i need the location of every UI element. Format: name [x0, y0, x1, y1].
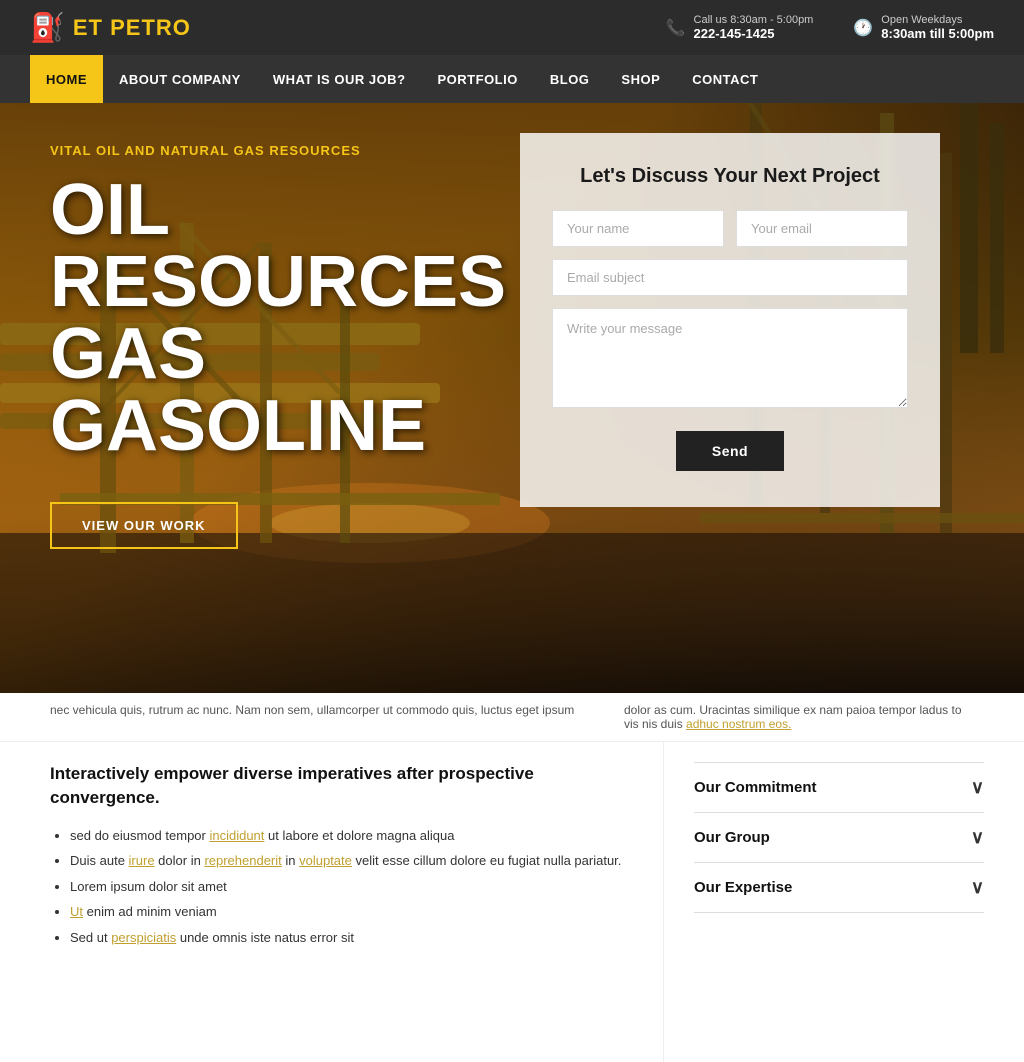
- hours-label: Open Weekdays: [881, 14, 994, 26]
- send-button[interactable]: Send: [676, 431, 784, 471]
- list-link-4[interactable]: Ut: [70, 904, 83, 919]
- logo: ⛽ ET PETRO: [30, 14, 191, 42]
- list-link-5[interactable]: perspiciatis: [111, 930, 176, 945]
- top-bar: ⛽ ET PETRO 📞 Call us 8:30am - 5:00pm 222…: [0, 0, 1024, 55]
- chevron-down-icon: ∨: [971, 877, 984, 898]
- subject-row: [552, 259, 908, 296]
- lower-right: Our Commitment ∨ Our Group ∨ Our Experti…: [664, 742, 1024, 1062]
- phone-icon: 📞: [666, 18, 686, 38]
- list-link-1[interactable]: incididunt: [209, 828, 264, 843]
- list-link-2b[interactable]: reprehenderit: [204, 853, 281, 868]
- contact-form-heading: Let's Discuss Your Next Project: [552, 165, 908, 188]
- accordion-title-commitment: Our Commitment: [694, 779, 817, 796]
- logo-text: ET PETRO: [73, 15, 191, 41]
- hero-content: VITAL OIL AND NATURAL GAS RESOURCES OIL …: [0, 103, 520, 589]
- hours-value: 8:30am till 5:00pm: [881, 26, 994, 41]
- list-link-2a[interactable]: irure: [129, 853, 155, 868]
- nav-item-portfolio[interactable]: PORTFOLIO: [422, 55, 534, 103]
- accordion-item-group[interactable]: Our Group ∨: [694, 813, 984, 863]
- form-name-email-row: [552, 210, 908, 247]
- phone-number: 222-145-1425: [694, 26, 814, 41]
- list-item: Ut enim ad minim veniam: [70, 902, 623, 922]
- hero-title: OIL RESOURCES GAS GASOLINE: [50, 174, 480, 462]
- chevron-down-icon: ∨: [971, 827, 984, 848]
- name-input[interactable]: [552, 210, 724, 247]
- accordion-title-expertise: Our Expertise: [694, 879, 792, 896]
- accordion-item-expertise[interactable]: Our Expertise ∨: [694, 863, 984, 913]
- list-item: Duis aute irure dolor in reprehenderit i…: [70, 851, 623, 871]
- nav-item-about[interactable]: ABOUT COMPANY: [103, 55, 257, 103]
- message-row: [552, 308, 908, 413]
- nav-item-blog[interactable]: BLOG: [534, 55, 606, 103]
- list-item: sed do eiusmod tempor incididunt ut labo…: [70, 826, 623, 846]
- clock-icon: 🕐: [853, 18, 873, 38]
- nav-item-contact[interactable]: CONTACT: [676, 55, 774, 103]
- lorem-text-right: dolor as cum. Uracintas similique ex nam…: [614, 703, 974, 731]
- contact-form-panel: Let's Discuss Your Next Project Send: [520, 133, 940, 507]
- phone-info: 📞 Call us 8:30am - 5:00pm 222-145-1425: [666, 14, 814, 41]
- chevron-down-icon: ∨: [971, 777, 984, 798]
- hours-info: 🕐 Open Weekdays 8:30am till 5:00pm: [853, 14, 994, 41]
- accordion-title-group: Our Group: [694, 829, 770, 846]
- lorem-cut-bar: nec vehicula quis, rutrum ac nunc. Nam n…: [0, 693, 1024, 742]
- contact-info: 📞 Call us 8:30am - 5:00pm 222-145-1425 🕐…: [666, 14, 994, 41]
- hero-section: VITAL OIL AND NATURAL GAS RESOURCES OIL …: [0, 103, 1024, 693]
- accordion-item-commitment[interactable]: Our Commitment ∨: [694, 762, 984, 813]
- list-link-2c[interactable]: voluptate: [299, 853, 352, 868]
- lorem-link[interactable]: adhuc nostrum eos.: [686, 717, 791, 731]
- bullet-list: sed do eiusmod tempor incididunt ut labo…: [50, 826, 623, 948]
- nav-item-home[interactable]: HOME: [30, 55, 103, 103]
- message-textarea[interactable]: [552, 308, 908, 408]
- lower-left: Interactively empower diverse imperative…: [0, 742, 664, 1062]
- navbar: HOME ABOUT COMPANY WHAT IS OUR JOB? PORT…: [0, 55, 1024, 103]
- nav-item-job[interactable]: WHAT IS OUR JOB?: [257, 55, 422, 103]
- phone-label: Call us 8:30am - 5:00pm: [694, 14, 814, 26]
- lower-section: Interactively empower diverse imperative…: [0, 742, 1024, 1062]
- nav-item-shop[interactable]: SHOP: [605, 55, 676, 103]
- view-our-work-button[interactable]: VIEW OUR WORK: [50, 502, 238, 549]
- hero-subtitle: VITAL OIL AND NATURAL GAS RESOURCES: [50, 143, 480, 158]
- logo-icon: ⛽: [30, 14, 65, 42]
- email-input[interactable]: [736, 210, 908, 247]
- subject-input[interactable]: [552, 259, 908, 296]
- list-item: Sed ut perspiciatis unde omnis iste natu…: [70, 928, 623, 948]
- main-paragraph-heading: Interactively empower diverse imperative…: [50, 762, 623, 810]
- list-item: Lorem ipsum dolor sit amet: [70, 877, 623, 897]
- lorem-text-left: nec vehicula quis, rutrum ac nunc. Nam n…: [50, 703, 614, 731]
